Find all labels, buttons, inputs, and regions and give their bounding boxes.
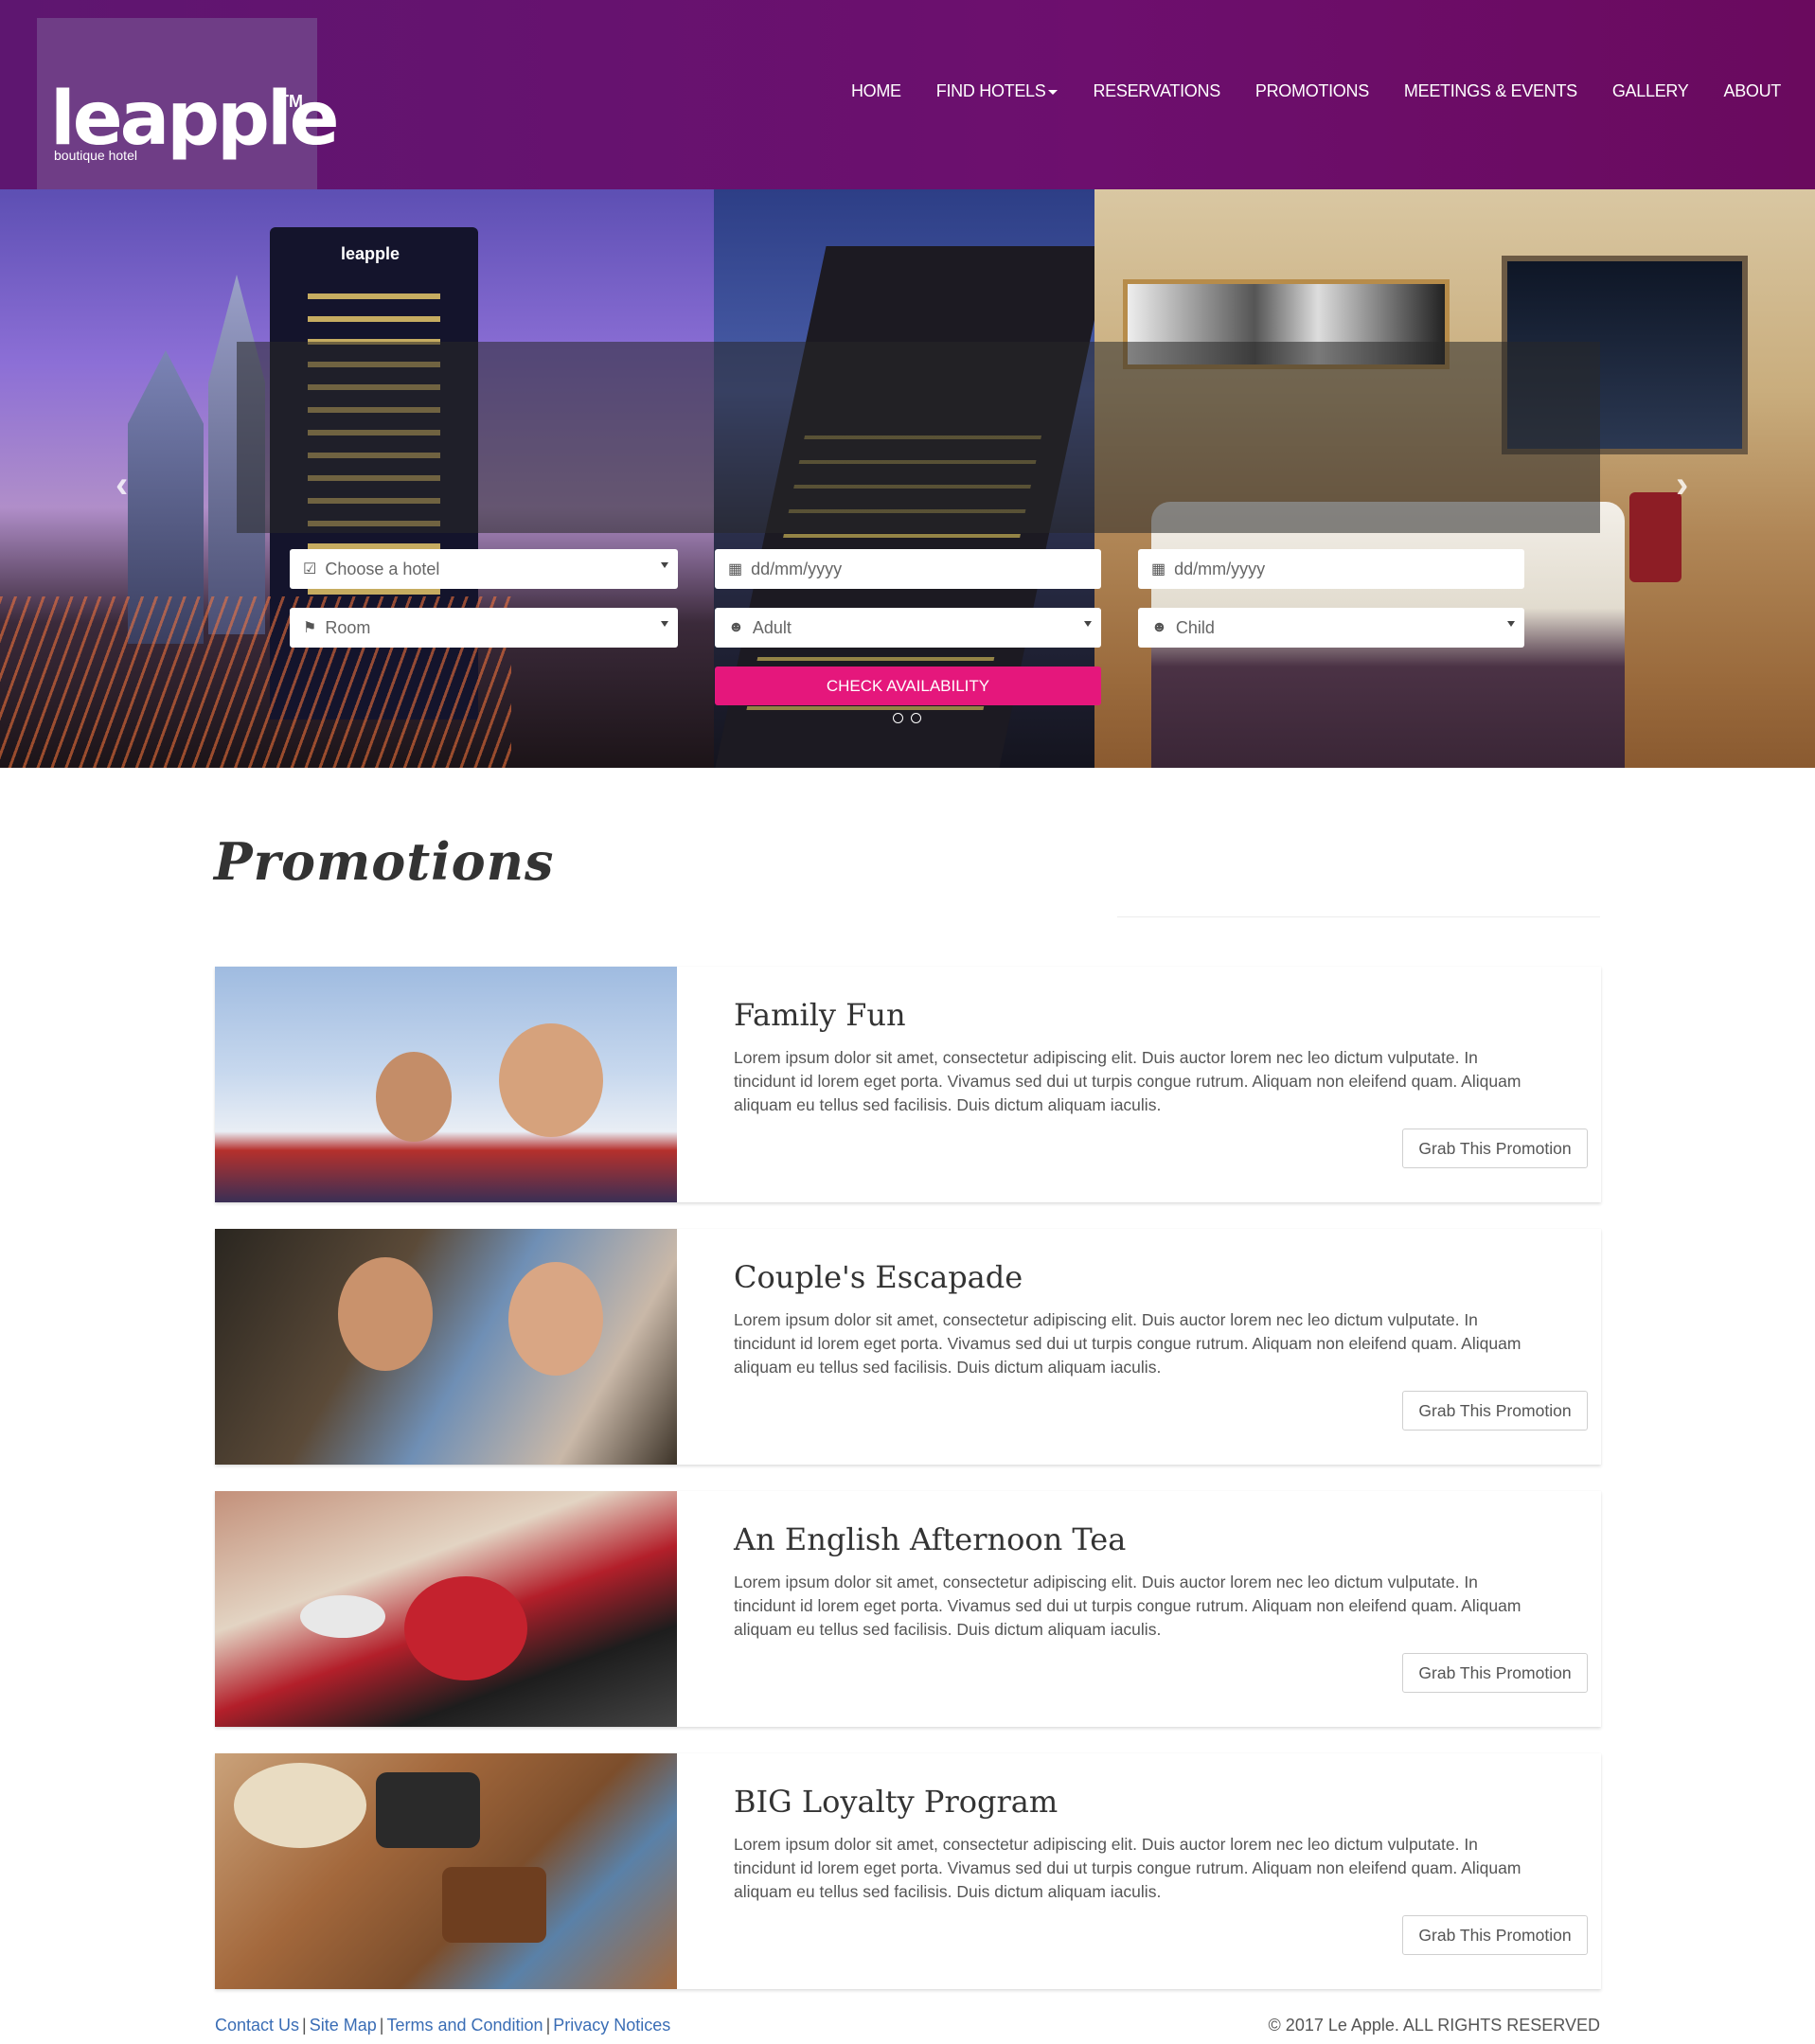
teacup-shape [300, 1595, 385, 1638]
footer-separator: | [302, 2016, 307, 2035]
promo-image-family [215, 967, 677, 1202]
dropdown-arrow-icon [1084, 621, 1092, 627]
person-shape [499, 1023, 603, 1137]
site-header: leapple TM boutique hotel HOME FIND HOTE… [0, 0, 1815, 189]
promo-title: Couple's Escapade [734, 1259, 1023, 1295]
calendar-icon: ▦ [728, 561, 743, 578]
brand-logo[interactable]: leapple TM boutique hotel [37, 18, 340, 189]
nav-find-hotels-label: FIND HOTELS [935, 81, 1046, 100]
nav-home[interactable]: HOME [851, 81, 901, 101]
promo-card-loyalty-program: BIG Loyalty Program Lorem ipsum dolor si… [215, 1753, 1601, 1989]
promo-title: BIG Loyalty Program [734, 1784, 1059, 1820]
promo-card-afternoon-tea: An English Afternoon Tea Lorem ipsum dol… [215, 1491, 1601, 1727]
footer-link-terms[interactable]: Terms and Condition [386, 2016, 543, 2035]
page-title: Promotions [214, 831, 555, 892]
dropdown-arrow-icon [661, 621, 668, 627]
adult-select[interactable]: ☻ Adult [715, 608, 1101, 648]
promo-card-family-fun: Family Fun Lorem ipsum dolor sit amet, c… [215, 967, 1601, 1202]
person-shape [508, 1262, 603, 1376]
adult-select-value: Adult [752, 617, 792, 637]
dropdown-arrow-icon [661, 562, 668, 568]
room-select[interactable]: ⚑ Room [290, 608, 678, 648]
logo-trademark: TM [278, 92, 303, 111]
checkin-date-placeholder: dd/mm/yyyy [751, 559, 843, 578]
footer-links: Contact Us | Site Map | Terms and Condition |… [215, 2016, 670, 2035]
title-divider [1117, 916, 1600, 917]
nav-meetings-events[interactable]: MEETINGS & EVENTS [1404, 81, 1577, 101]
teapot-shape [404, 1576, 527, 1680]
main-nav: HOME FIND HOTELS RESERVATIONS PROMOTIONS… [851, 81, 1781, 101]
nav-about[interactable]: ABOUT [1723, 81, 1781, 101]
footer-separator: | [379, 2016, 384, 2035]
child-select-value: Child [1175, 617, 1215, 637]
checkin-date-field[interactable]: ▦ dd/mm/yyyy [715, 549, 1101, 589]
promo-image-tea [215, 1491, 677, 1727]
dropdown-arrow-icon [1507, 621, 1515, 627]
carousel-dot[interactable] [911, 713, 921, 723]
nav-promotions[interactable]: PROMOTIONS [1255, 81, 1369, 101]
hotel-select-value: Choose a hotel [325, 559, 440, 578]
checkout-date-field[interactable]: ▦ dd/mm/yyyy [1138, 549, 1524, 589]
checkbox-icon: ☑ [303, 561, 317, 578]
caret-down-icon [1048, 89, 1059, 95]
person-shape [376, 1052, 452, 1142]
check-availability-button[interactable]: CHECK AVAILABILITY [715, 667, 1101, 705]
chevron-left-icon[interactable]: ‹ [116, 464, 128, 507]
user-icon: ☻ [728, 619, 744, 635]
promo-description: Lorem ipsum dolor sit amet, consectetur … [734, 1310, 1521, 1377]
room-icon: ⚑ [303, 620, 317, 636]
nav-gallery[interactable]: GALLERY [1612, 81, 1689, 101]
promo-image-travel-items [215, 1753, 677, 1989]
camera-shape [376, 1772, 480, 1848]
grab-promotion-button[interactable]: Grab This Promotion [1402, 1653, 1588, 1693]
grab-promotion-button[interactable]: Grab This Promotion [1402, 1391, 1588, 1431]
footer-link-contact-us[interactable]: Contact Us [215, 2016, 299, 2035]
hotel-select[interactable]: ☑ Choose a hotel [290, 549, 678, 589]
tower-sign: leapple [341, 244, 400, 263]
footer-link-site-map[interactable]: Site Map [310, 2016, 377, 2035]
carousel-dot[interactable] [893, 713, 903, 723]
checkout-date-placeholder: dd/mm/yyyy [1174, 559, 1266, 578]
copyright-text: © 2017 Le Apple. ALL RIGHTS RESERVED [1268, 2016, 1600, 2035]
logo-tagline: boutique hotel [54, 148, 137, 163]
nav-find-hotels[interactable]: FIND HOTELS [936, 81, 1059, 101]
person-shape [338, 1257, 433, 1371]
promo-description: Lorem ipsum dolor sit amet, consectetur … [734, 1048, 1521, 1114]
grab-promotion-button[interactable]: Grab This Promotion [1402, 1129, 1588, 1168]
hat-shape [234, 1763, 366, 1848]
grab-promotion-button[interactable]: Grab This Promotion [1402, 1915, 1588, 1955]
footer-separator: | [545, 2016, 551, 2035]
promo-title: Family Fun [734, 997, 906, 1033]
booking-panel [237, 342, 1600, 533]
calendar-icon: ▦ [1151, 561, 1166, 578]
room-select-value: Room [325, 617, 371, 637]
wallet-shape [442, 1867, 546, 1943]
child-select[interactable]: ☻ Child [1138, 608, 1524, 648]
suitcase-shape [1629, 492, 1682, 582]
promo-description: Lorem ipsum dolor sit amet, consectetur … [734, 1835, 1521, 1901]
chevron-right-icon[interactable]: › [1676, 464, 1688, 507]
promo-image-couple [215, 1229, 677, 1465]
carousel-indicators [893, 713, 921, 723]
promo-title: An English Afternoon Tea [734, 1521, 1127, 1557]
promo-description: Lorem ipsum dolor sit amet, consectetur … [734, 1573, 1521, 1639]
nav-reservations[interactable]: RESERVATIONS [1093, 81, 1220, 101]
footer-link-privacy[interactable]: Privacy Notices [553, 2016, 670, 2035]
promo-card-couples-escapade: Couple's Escapade Lorem ipsum dolor sit … [215, 1229, 1601, 1465]
user-icon: ☻ [1151, 619, 1167, 635]
